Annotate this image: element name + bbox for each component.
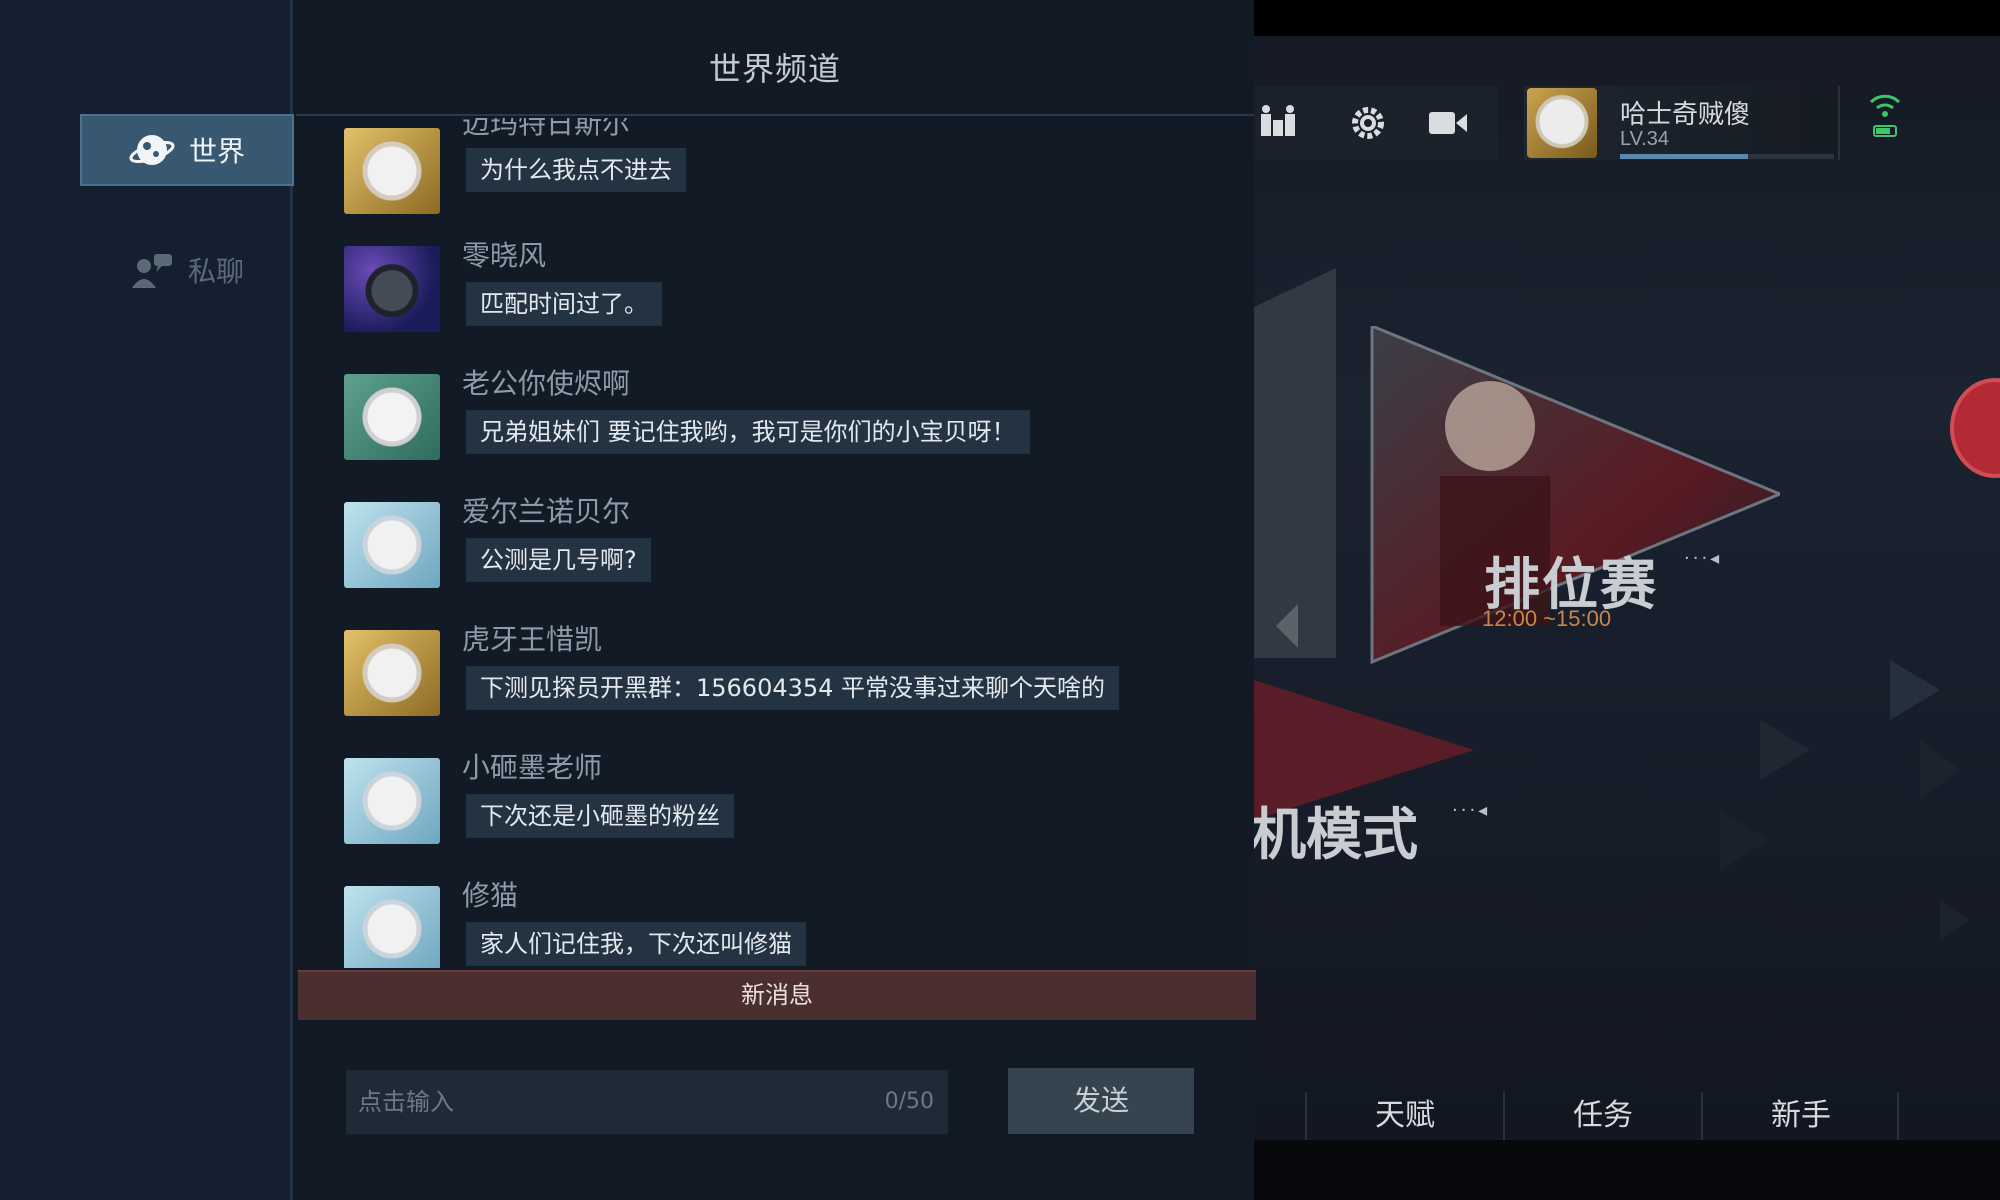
avatar[interactable]	[344, 128, 440, 214]
bottom-nav: 天赋 任务 新手	[1253, 1092, 2000, 1140]
chat-bubble-icon	[131, 254, 172, 288]
message-text: 公测是几号啊?	[466, 538, 651, 582]
message-sender: 零晓风	[462, 239, 547, 272]
message-sender: 迈玛特日斯尔	[462, 118, 631, 140]
message-item: 老公你使烬啊 兄弟姐妹们 要记住我哟，我可是你们的小宝贝呀！	[344, 362, 1204, 462]
message-text: 匹配时间过了。	[466, 282, 662, 326]
planet-icon	[129, 135, 175, 165]
message-item: 迈玛特日斯尔 为什么我点不进去	[344, 118, 1204, 214]
avatar[interactable]	[344, 630, 440, 716]
message-text: 为什么我点不进去	[466, 148, 686, 192]
avatar[interactable]	[344, 374, 440, 460]
new-message-bar[interactable]: 新消息	[298, 970, 1256, 1020]
exp-progress-bar	[1620, 154, 1834, 159]
chat-panel: 世界 私聊 世界频道 迈玛特日斯尔 为什么我点不进去 零晓风 匹配时间过了。 老…	[0, 0, 1256, 1200]
message-text: 下测见探员开黑群：156604354 平常没事过来聊个天啥的	[466, 666, 1120, 710]
tab-private-label: 私聊	[187, 255, 244, 288]
avatar[interactable]	[344, 502, 440, 588]
avatar[interactable]	[344, 758, 440, 844]
message-text: 家人们记住我，下次还叫修猫	[466, 922, 806, 966]
player-name: 哈士奇贼傻	[1620, 99, 1751, 129]
video-camera-icon	[1429, 112, 1467, 134]
settings-gear-icon	[1352, 107, 1384, 139]
message-sender: 老公你使烬啊	[462, 367, 631, 400]
message-sender: 修猫	[462, 879, 519, 912]
player-avatar	[1527, 88, 1597, 158]
chat-input[interactable]: 点击输入 0/50	[346, 1070, 948, 1134]
message-list[interactable]: 迈玛特日斯尔 为什么我点不进去 零晓风 匹配时间过了。 老公你使烬啊 兄弟姐妹们…	[296, 118, 1254, 968]
message-item: 修猫 家人们记住我，下次还叫修猫	[344, 874, 1204, 968]
send-button[interactable]: 发送	[1008, 1068, 1194, 1134]
ranked-mode-time: 12:00 ~15:00	[1482, 606, 1612, 631]
avatar[interactable]	[344, 886, 440, 968]
chat-title: 世界频道	[708, 50, 841, 88]
mode-decoration-dots: ···◂	[1452, 800, 1491, 821]
message-item: 小砸墨老师 下次还是小砸墨的粉丝	[344, 746, 1204, 846]
team-icon	[1261, 105, 1295, 136]
tab-world[interactable]: 世界	[80, 114, 294, 186]
message-text: 下次还是小砸墨的粉丝	[466, 794, 734, 838]
message-item: 虎牙王惜凯 下测见探员开黑群：156604354 平常没事过来聊个天啥的	[344, 618, 1204, 718]
side-event-badge[interactable]	[1950, 378, 2000, 478]
avatar[interactable]	[344, 246, 440, 332]
tab-private[interactable]: 私聊	[80, 234, 294, 306]
video-button[interactable]	[1398, 86, 1498, 160]
wifi-icon	[1869, 94, 1901, 137]
message-sender: 小砸墨老师	[462, 751, 603, 784]
prev-card-art	[1252, 268, 1336, 658]
message-item: 零晓风 匹配时间过了。	[344, 234, 1204, 334]
decorative-triangles	[1720, 660, 1970, 940]
message-sender: 爱尔兰诺贝尔	[462, 495, 631, 528]
player-profile[interactable]: 哈士奇贼傻 LV.34	[1524, 86, 1840, 160]
chat-input-placeholder: 点击输入	[358, 1088, 454, 1116]
tab-world-label: 世界	[188, 135, 245, 168]
message-text: 兄弟姐妹们 要记住我哟，我可是你们的小宝贝呀！	[466, 410, 1030, 454]
player-level: LV.34	[1620, 128, 1669, 150]
message-sender: 虎牙王惜凯	[462, 623, 603, 656]
bottom-tab-tasks[interactable]: 任务	[1505, 1092, 1701, 1140]
bottom-tab-talent[interactable]: 天赋	[1307, 1092, 1503, 1140]
chat-header: 世界频道	[296, 0, 1254, 116]
mode-title[interactable]: 机模式	[1250, 790, 1418, 871]
message-item: 爱尔兰诺贝尔 公测是几号啊?	[344, 490, 1204, 590]
chat-input-char-count: 0/50	[884, 1089, 934, 1114]
chat-channel-sidebar: 世界 私聊	[0, 0, 294, 1200]
ranked-decoration-dots: ···◂	[1684, 548, 1723, 569]
bottom-tab-newbie[interactable]: 新手	[1703, 1092, 1899, 1140]
